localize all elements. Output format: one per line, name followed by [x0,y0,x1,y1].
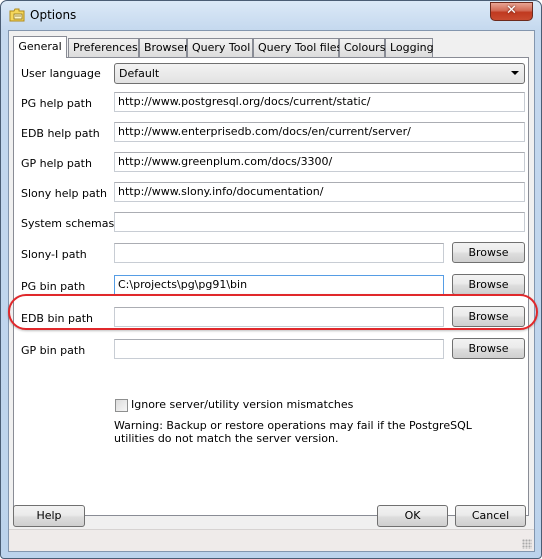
slony-i-browse-button[interactable]: Browse [452,242,525,263]
gp-bin-browse-button[interactable]: Browse [452,338,525,359]
slony-help-path-input[interactable]: http://www.slony.info/documentation/ [114,182,525,202]
dialog-client-area: General Preferences Browser Query Tool Q… [8,30,538,552]
gp-help-path-label: GP help path [21,157,92,170]
warning-text: Warning: Backup or restore operations ma… [114,419,472,445]
slony-i-path-input[interactable] [114,243,444,263]
gp-bin-path-input[interactable] [114,339,444,359]
folder-options-icon [9,8,25,22]
edb-bin-path-input[interactable] [114,307,444,327]
pg-help-path-input[interactable]: http://www.postgresql.org/docs/current/s… [114,92,525,112]
tab-general[interactable]: General [13,36,67,58]
window-title: Options [30,8,77,22]
gp-bin-path-label: GP bin path [21,344,86,357]
title-bar[interactable]: Options ✕ [1,1,541,30]
tab-query-tool[interactable]: Query Tool [187,38,253,57]
edb-bin-path-label: EDB bin path [21,312,93,325]
gp-help-path-input[interactable]: http://www.greenplum.com/docs/3300/ [114,152,525,172]
chevron-down-icon [511,71,519,75]
general-panel: User language Default PG help path http:… [8,57,538,516]
cancel-button[interactable]: Cancel [455,505,526,527]
close-button[interactable]: ✕ [490,2,533,21]
user-language-label: User language [21,67,101,80]
slony-i-path-label: Slony-I path [21,248,87,261]
edb-help-path-input[interactable]: http://www.enterprisedb.com/docs/en/curr… [114,122,525,142]
user-language-select[interactable]: Default [114,63,525,84]
ok-button[interactable]: OK [377,505,448,527]
ignore-mismatch-label[interactable]: Ignore server/utility version mismatches [131,398,353,411]
pg-bin-path-label: PG bin path [21,280,86,293]
ignore-mismatch-checkbox[interactable] [115,399,128,412]
status-bar [9,529,534,551]
tab-logging[interactable]: Logging [385,38,434,57]
slony-help-path-label: Slony help path [21,187,108,200]
tab-colours[interactable]: Colours [339,38,385,57]
close-icon: ✕ [506,3,517,18]
user-language-value: Default [119,67,160,80]
tab-browser[interactable]: Browser [139,38,189,57]
system-schemas-input[interactable] [114,212,525,232]
options-dialog: Options ✕ General Preferences Browser Qu… [0,0,542,559]
edb-help-path-label: EDB help path [21,127,100,140]
pg-bin-path-input[interactable]: C:\projects\pg\pg91\bin [114,275,444,295]
pg-help-path-label: PG help path [21,97,92,110]
system-schemas-label: System schemas [21,217,115,230]
edb-bin-browse-button[interactable]: Browse [452,306,525,327]
tab-query-tool-files[interactable]: Query Tool files [253,38,342,57]
tab-preferences[interactable]: Preferences [68,38,139,57]
help-button[interactable]: Help [13,505,85,527]
resize-grip-icon[interactable] [522,539,532,549]
pg-bin-browse-button[interactable]: Browse [452,274,525,295]
